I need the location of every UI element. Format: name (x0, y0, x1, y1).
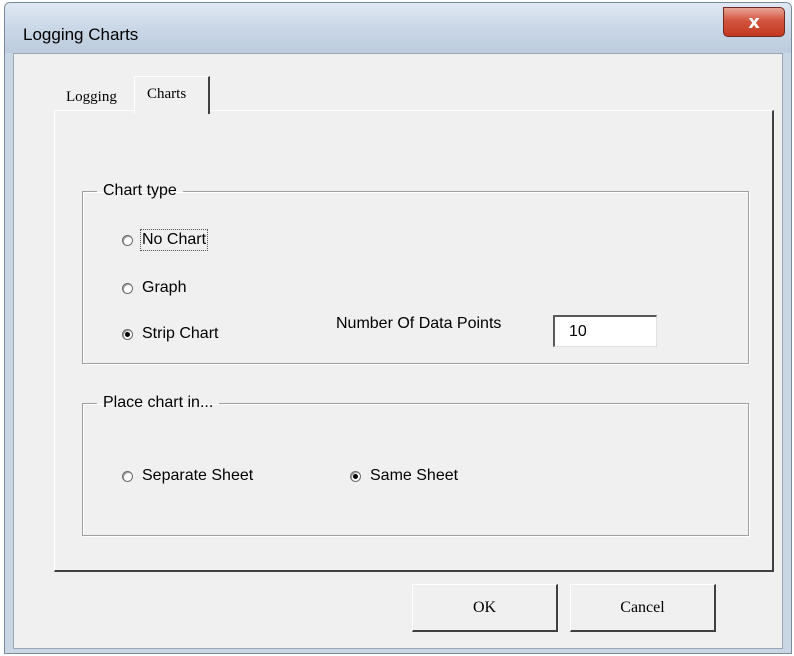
radio-graph[interactable]: Graph (122, 279, 186, 297)
charts-tab-panel: Chart type No Chart Graph Strip Chart Nu… (54, 110, 774, 572)
radio-same-sheet[interactable]: Same Sheet (350, 467, 458, 485)
place-chart-group: Place chart in... Separate Sheet Same Sh… (82, 394, 749, 536)
radio-graph-label[interactable]: Graph (142, 279, 186, 297)
close-button[interactable]: x (723, 7, 785, 37)
chart-type-group: Chart type No Chart Graph Strip Chart Nu… (82, 182, 749, 364)
radio-separate-sheet[interactable]: Separate Sheet (122, 467, 253, 485)
title-bar[interactable]: Logging Charts x (5, 3, 791, 53)
radio-strip-chart-circle[interactable] (122, 328, 133, 340)
place-chart-legend: Place chart in... (103, 394, 214, 411)
data-points-input[interactable] (553, 315, 657, 347)
ok-button-label: OK (472, 598, 497, 616)
radio-separate-sheet-label[interactable]: Separate Sheet (142, 467, 253, 485)
chart-type-legend: Chart type (103, 182, 177, 199)
window-title: Logging Charts (23, 25, 139, 44)
tab-logging-label: Logging (66, 89, 117, 105)
tab-charts-label: Charts (147, 86, 187, 102)
radio-no-chart[interactable]: No Chart (122, 229, 209, 251)
radio-no-chart-label[interactable]: No Chart (139, 229, 209, 251)
data-points-label: Number Of Data Points (336, 315, 502, 332)
close-icon: x (748, 11, 760, 33)
radio-no-chart-circle[interactable] (122, 234, 133, 246)
radio-strip-chart[interactable]: Strip Chart (122, 325, 218, 343)
tab-logging[interactable]: Logging (56, 84, 134, 110)
dialog-window: Logging Charts x Logging Charts Chart ty… (4, 2, 792, 654)
dialog-client-area: Logging Charts Chart type No Chart Graph… (13, 53, 783, 649)
radio-same-sheet-circle[interactable] (350, 470, 361, 482)
cancel-button-label: Cancel (620, 598, 665, 616)
radio-strip-chart-label[interactable]: Strip Chart (142, 325, 218, 343)
radio-graph-circle[interactable] (122, 282, 133, 294)
radio-separate-sheet-circle[interactable] (122, 470, 133, 482)
tab-charts[interactable]: Charts (134, 76, 210, 114)
cancel-button[interactable]: Cancel (570, 584, 716, 632)
radio-same-sheet-label[interactable]: Same Sheet (370, 467, 458, 485)
ok-button[interactable]: OK (412, 584, 558, 632)
